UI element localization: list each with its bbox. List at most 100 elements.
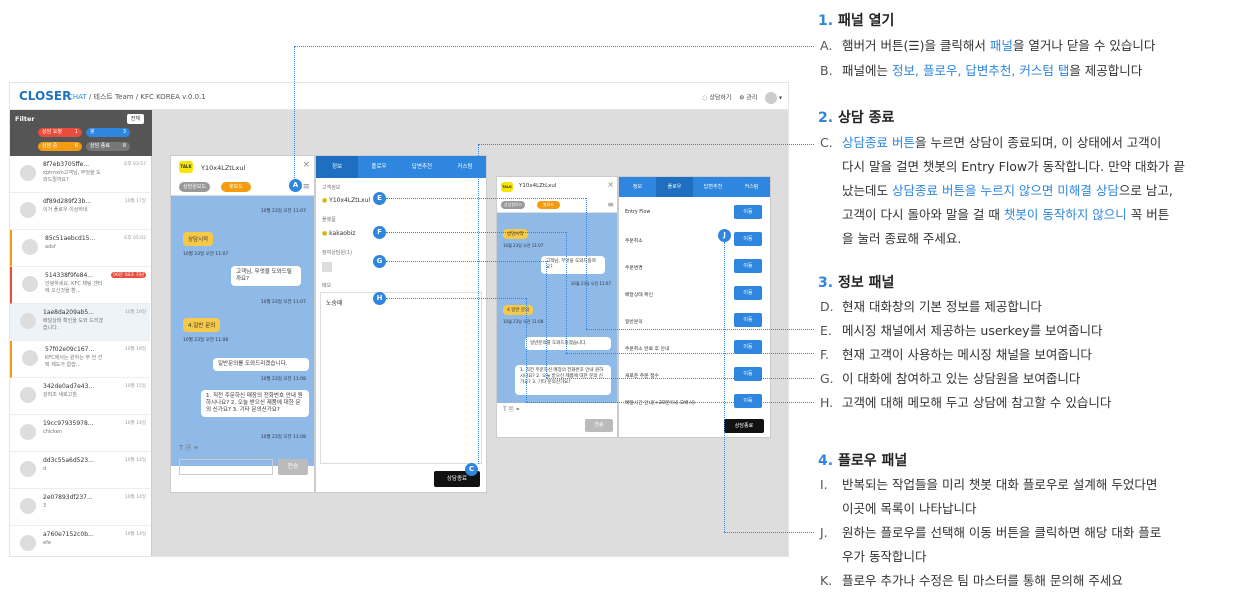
- chat-messages-2: 상담시작 10월 23일 오전 11:07 고객님, 무엇을 도와드릴까요? 1…: [497, 213, 617, 403]
- list-item[interactable]: 2e07893df237... 3 10월 14일: [10, 489, 150, 526]
- close-icon[interactable]: ×: [302, 160, 310, 170]
- note-i: I. 반복되는 작업들을 미리 챗봇 대화 플로우로 설계해 두었다면: [820, 477, 1158, 492]
- crumb-rest: / 테스트 Team / KFC KOREA v.0.0.1: [88, 93, 206, 101]
- leader-h: [386, 298, 526, 299]
- note-j: J. 원하는 플로우를 선택해 이동 버튼을 클릭하면 해당 대화 플로: [820, 525, 1162, 540]
- tab-info[interactable]: 정보: [619, 177, 656, 197]
- text-format-icon[interactable]: T 🗎 ⚭: [179, 444, 199, 455]
- marker-j: J: [718, 229, 731, 242]
- bubble-list: 1. 직전 주문하신 매장의 전화번호 안내 원하시나요? 2. 오늘 받으신 …: [201, 390, 309, 417]
- tab-recommend[interactable]: 답변추천: [693, 177, 733, 197]
- consult-button[interactable]: 상담하기: [709, 95, 731, 102]
- list-item[interactable]: dd3c55a6d523... d 10월 14일: [10, 452, 150, 489]
- flow-item: 주문변경: [625, 266, 643, 271]
- tab-flow[interactable]: 플로우: [358, 156, 400, 178]
- section-title: 3. 정보 패널: [818, 275, 895, 291]
- closer-logo[interactable]: CLOSER: [19, 89, 71, 103]
- note-j-2: 우가 동작합니다: [842, 549, 927, 564]
- crumb-chat[interactable]: CHAT: [68, 93, 87, 101]
- text-format-icon[interactable]: T 🗎 ⚭: [503, 405, 520, 415]
- tab-recommend[interactable]: 답변추천: [400, 156, 444, 178]
- hamburger-icon[interactable]: ≡: [607, 200, 614, 209]
- chat-header-2: TALK Y10x4LZtLxul × 상담원모드 봇모드 ≡: [497, 177, 617, 213]
- panel-tabs-2: 정보 플로우 답변추천 커스텀: [619, 177, 770, 197]
- agent-avatar: [322, 262, 332, 272]
- tab-custom[interactable]: 커스텀: [733, 177, 770, 197]
- filter-closed-badge[interactable]: 상담 종료 8: [86, 142, 130, 151]
- close-icon[interactable]: ×: [607, 180, 614, 189]
- filter-active-badge[interactable]: 상담 중6: [38, 142, 82, 151]
- flow-item: 주문취소: [625, 239, 643, 244]
- chat-window: TALK Y10x4LZtLxul × 상담원모드 봇모드 ≡ 10월 23일 …: [170, 155, 315, 493]
- leader-h-h: [526, 402, 814, 403]
- list-item[interactable]: 514338f9fe84... 안녕하세요, KFC 채팅 센터에 오신것을 환.…: [10, 267, 150, 304]
- leader-f: [386, 232, 566, 233]
- list-item[interactable]: df89d289f23b... 이거 플로우 이상하네 10월 17일: [10, 193, 150, 230]
- sidebar: Filter 전체 상담 요청 1 봇3 상담 중6 상담 종료 8 8f7eb37…: [10, 110, 152, 556]
- list-item[interactable]: 342de0ad7e43... 강려조 새로고침 10월 15일: [10, 378, 150, 415]
- list-item[interactable]: 8f7eb3705ffe... xptmxm고객님, 무엇을 도와드릴까요? 오후 …: [10, 156, 150, 193]
- chevron-down-icon[interactable]: ▾: [779, 95, 782, 102]
- flow-move-button[interactable]: 이동: [734, 232, 762, 246]
- note-i-2: 이곳에 목록이 나타납니다: [842, 501, 977, 516]
- tab-custom[interactable]: 커스텀: [444, 156, 486, 178]
- avatar[interactable]: [765, 92, 778, 104]
- tab-info[interactable]: 정보: [316, 156, 358, 178]
- leader-e-h: [586, 329, 814, 330]
- leader-j-h: [724, 532, 814, 533]
- flow-item: 일반문의: [625, 320, 643, 325]
- end-consult-button[interactable]: 상담종료: [724, 419, 764, 433]
- agent-mode-toggle[interactable]: 상담원모드: [501, 201, 526, 209]
- leader-g-v: [546, 261, 547, 378]
- agent-mode-toggle[interactable]: 상담원모드: [179, 182, 211, 192]
- bot-mode-toggle[interactable]: 봇모드: [537, 201, 561, 209]
- list-item[interactable]: 85c51aebcd15... adsf 오후 05:02: [10, 230, 150, 267]
- marker-f: F: [373, 226, 386, 239]
- hamburger-icon[interactable]: ≡: [302, 182, 310, 192]
- bubble-greeting: 고객님, 무엇을 도와드릴까요?: [231, 266, 301, 286]
- flow-move-button[interactable]: 이동: [734, 394, 762, 408]
- flow-item: 배달상태 확인: [625, 293, 654, 298]
- list-item[interactable]: 57f02e09c167... KFC에서는 원하는 무 언 선택 제도가 없습.…: [10, 341, 150, 378]
- send-button[interactable]: 전송: [278, 459, 308, 475]
- memo-field[interactable]: 노숭때: [320, 292, 482, 464]
- leader-h-v: [526, 298, 527, 402]
- leader-a-v: [294, 46, 295, 180]
- flow-move-button[interactable]: 이동: [734, 313, 762, 327]
- note-c-4: 고객이 다시 돌아와 말을 걸 때 챗봇이 동작하지 않으니 꼭 버튼: [842, 207, 1170, 222]
- list-item[interactable]: a760e7152c0b... efe 10월 14일: [10, 526, 150, 556]
- leader-g: [386, 261, 546, 262]
- message-input[interactable]: [179, 459, 273, 475]
- send-button[interactable]: 전송: [585, 419, 613, 432]
- panel-tabs: 정보 플로우 답변추천 커스텀: [316, 156, 486, 178]
- flow-move-button[interactable]: 이동: [734, 205, 762, 219]
- note-g: G. 이 대화에 참여하고 있는 상담원을 보여줍니다: [820, 371, 1081, 386]
- list-item[interactable]: 1ae8da209ab5... 배달상태 확인을 도와 드리겠습니다. 10월 19…: [10, 304, 150, 341]
- leader-a: [294, 46, 814, 47]
- gear-icon: ⚙: [739, 94, 745, 102]
- flow-move-button[interactable]: 이동: [734, 286, 762, 300]
- filter-bot-badge[interactable]: 봇3: [86, 128, 130, 137]
- admin-button[interactable]: 관리: [746, 95, 757, 102]
- marker-c: C: [465, 463, 478, 476]
- note-k: K. 플로우 추가나 수정은 팀 마스터를 통해 문의해 주세요: [820, 573, 1123, 588]
- tab-flow[interactable]: 플로우: [656, 177, 693, 197]
- flow-item: 주문취소 완료 후 안내: [625, 347, 670, 352]
- kakaotalk-icon: TALK: [179, 161, 193, 173]
- list-item[interactable]: 19cc97935978... chicken 10월 14일: [10, 415, 150, 452]
- filter-all-button[interactable]: 전체: [126, 114, 144, 124]
- flow-move-button[interactable]: 이동: [734, 259, 762, 273]
- flow-move-button[interactable]: 이동: [734, 340, 762, 354]
- info-panel: 정보 플로우 답변추천 커스텀 고객정보 ● Y10x4LZtLxul 플랫폼 …: [315, 155, 487, 493]
- filter-request-badge[interactable]: 상담 요청 1: [38, 128, 82, 137]
- memo-title: 메모: [322, 283, 332, 289]
- bubble-general: 일반문의를 도와드리겠습니다.: [213, 358, 309, 371]
- marker-e: E: [373, 192, 386, 205]
- chat-icon: ◌: [702, 94, 708, 102]
- bubble-pick: 4.일반 문의: [503, 305, 534, 315]
- bot-mode-toggle[interactable]: 봇모드: [221, 182, 251, 192]
- bubble-greeting: 고객님, 무엇을 도와드릴까요?: [541, 256, 605, 274]
- marker-g: G: [373, 255, 386, 268]
- note-e: E. 메시징 채널에서 제공하는 userkey를 보여줍니다: [820, 323, 1103, 338]
- chat-user-name: Y10x4LZtLxul: [519, 183, 557, 189]
